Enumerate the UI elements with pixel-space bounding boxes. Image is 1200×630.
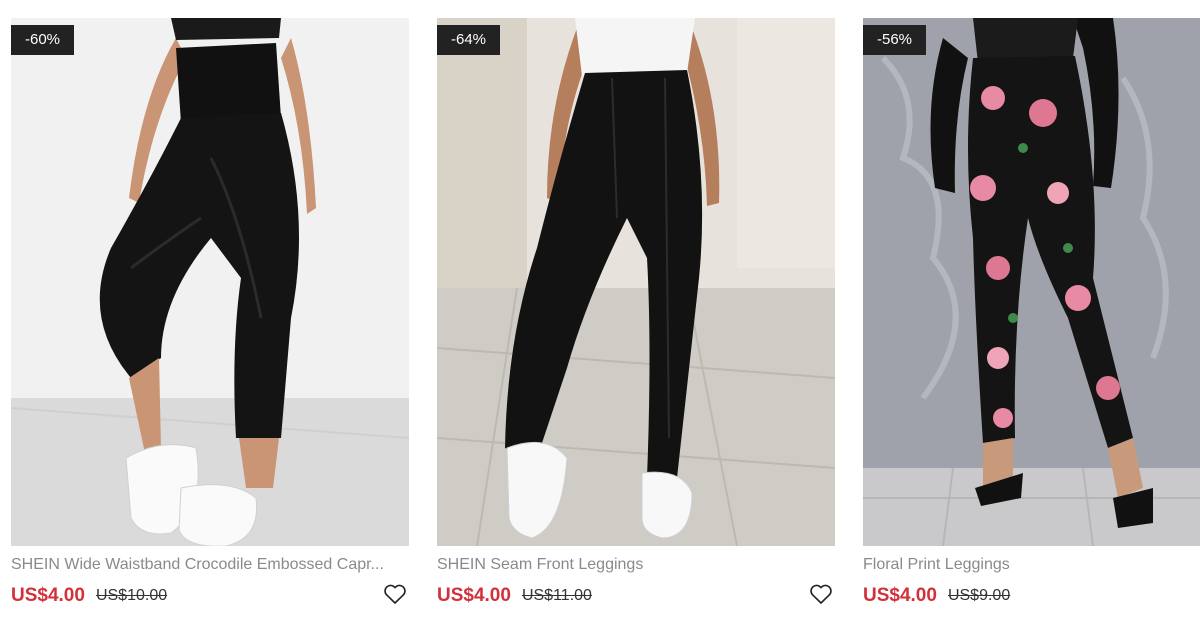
product-image[interactable] xyxy=(11,18,409,546)
product-image[interactable] xyxy=(437,18,835,546)
product-card[interactable]: -60% SHEIN Wide Waistband Crocodile Embo… xyxy=(11,18,409,618)
sale-price: US$4.00 xyxy=(863,585,937,606)
price-row: US$4.00 US$9.00 xyxy=(863,584,1010,608)
product-card[interactable]: -64% SHEIN Seam Front Leggings US$4.00 U… xyxy=(437,18,835,618)
product-title[interactable]: SHEIN Wide Waistband Crocodile Embossed … xyxy=(11,556,409,574)
product-grid: -60% SHEIN Wide Waistband Crocodile Embo… xyxy=(0,0,1200,630)
product-photo-leggings-seam xyxy=(437,18,835,546)
heart-outline-icon[interactable] xyxy=(383,583,409,607)
discount-badge: -64% xyxy=(437,25,501,55)
product-title[interactable]: SHEIN Seam Front Leggings xyxy=(437,556,835,574)
product-image[interactable] xyxy=(863,18,1200,546)
price-row: US$4.00 US$10.00 xyxy=(11,584,167,608)
sale-price: US$4.00 xyxy=(437,585,511,606)
product-photo-leggings-floral xyxy=(863,18,1200,546)
original-price: US$9.00 xyxy=(947,587,1011,604)
heart-outline-icon[interactable] xyxy=(809,583,835,607)
product-title[interactable]: Floral Print Leggings xyxy=(863,556,1200,574)
original-price: US$11.00 xyxy=(521,587,592,604)
discount-badge: -60% xyxy=(11,25,75,55)
product-card[interactable]: -56% Floral Print Leggings US$4.00 US$9.… xyxy=(863,18,1200,618)
discount-badge: -56% xyxy=(863,25,927,55)
original-price: US$10.00 xyxy=(95,587,168,604)
product-photo-leggings-crocodile xyxy=(11,18,409,546)
sale-price: US$4.00 xyxy=(11,585,85,606)
price-row: US$4.00 US$11.00 xyxy=(437,584,592,608)
